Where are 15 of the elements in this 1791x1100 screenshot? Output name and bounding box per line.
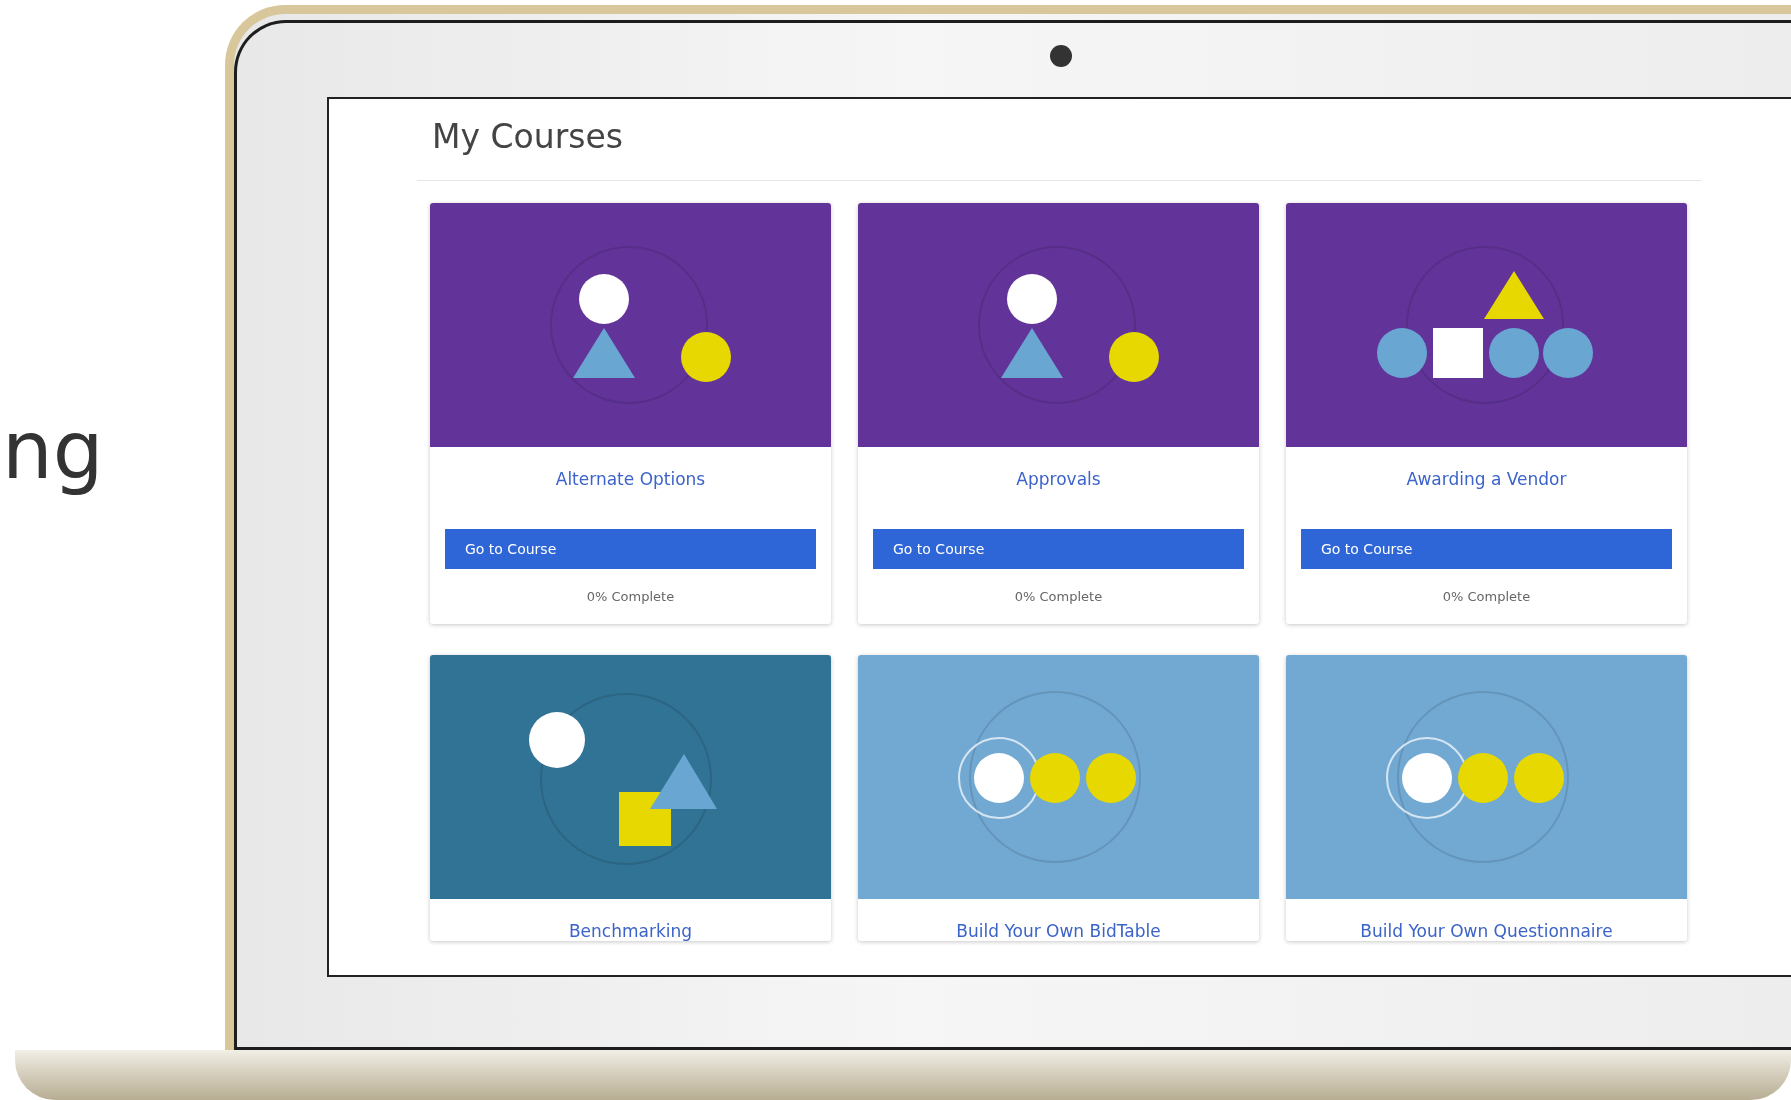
progress-text: 0% Complete [585,589,676,604]
go-to-course-button[interactable]: Go to Course [873,529,1244,569]
side-heading: ng [2,403,104,497]
progress-text: 0% Complete [1013,589,1104,604]
camera-dot [1050,45,1072,67]
page-title: My Courses [432,117,624,156]
course-title[interactable]: Build Your Own Questionnaire [1294,921,1679,941]
go-to-course-button[interactable]: Go to Course [445,529,816,569]
course-title[interactable]: Benchmarking [438,921,823,941]
course-title[interactable]: Approvals [866,469,1251,489]
course-title[interactable]: Build Your Own BidTable [866,921,1251,941]
course-title[interactable]: Alternate Options [438,469,823,489]
go-to-course-button[interactable]: Go to Course [1301,529,1672,569]
course-title[interactable]: Awarding a Vendor [1294,469,1679,489]
progress-text: 0% Complete [1441,589,1532,604]
